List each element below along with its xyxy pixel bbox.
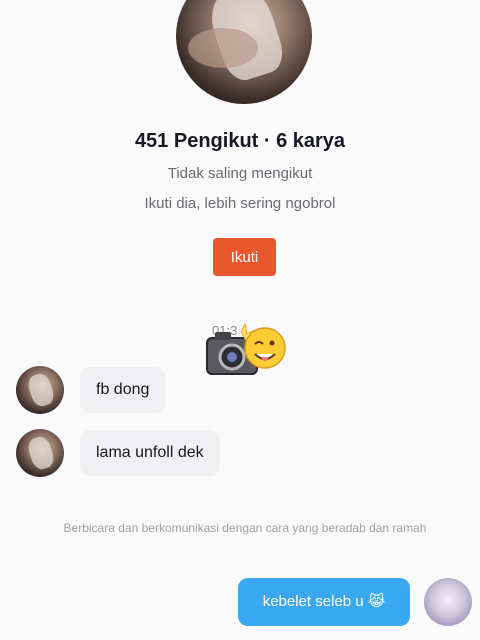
sender-avatar[interactable] bbox=[16, 429, 64, 477]
message-bubble[interactable]: lama unfoll dek bbox=[80, 430, 220, 476]
community-notice: Berbicara dan berkomunikasi dengan cara … bbox=[63, 521, 427, 535]
my-message-bubble[interactable]: kebelet seleb u 😹 bbox=[238, 578, 410, 626]
message-bubble[interactable]: fb dong bbox=[80, 367, 166, 413]
my-avatar[interactable] bbox=[424, 578, 472, 626]
profile-stats: 451 Pengikut · 6 karya bbox=[134, 130, 346, 152]
follow-hint: Ikuti dia, lebih sering ngobrol bbox=[144, 195, 336, 212]
camera-flash-wink-sticker[interactable] bbox=[205, 322, 287, 380]
profile-avatar[interactable] bbox=[176, 0, 312, 104]
sender-avatar[interactable] bbox=[16, 366, 64, 414]
follow-button[interactable]: Ikuti bbox=[213, 238, 276, 276]
mutual-status: Tidak saling mengikut bbox=[167, 165, 313, 182]
